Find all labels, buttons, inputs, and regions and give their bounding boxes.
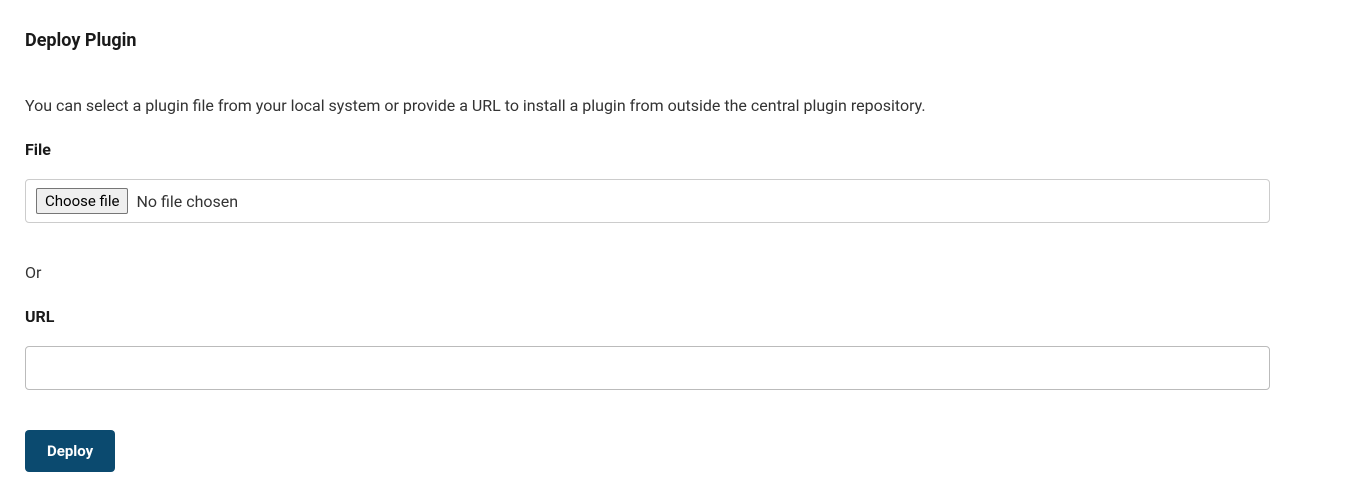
page-description: You can select a plugin file from your l…: [25, 96, 1335, 115]
file-input-wrapper[interactable]: Choose file No file chosen: [25, 179, 1270, 223]
url-label: URL: [25, 307, 1335, 326]
file-label: File: [25, 140, 1335, 159]
page-title: Deploy Plugin: [25, 30, 1335, 51]
choose-file-button[interactable]: Choose file: [36, 188, 128, 214]
deploy-button[interactable]: Deploy: [25, 430, 115, 472]
separator-or: Or: [25, 263, 1335, 282]
url-input[interactable]: [25, 346, 1270, 390]
file-chosen-status: No file chosen: [136, 192, 238, 211]
